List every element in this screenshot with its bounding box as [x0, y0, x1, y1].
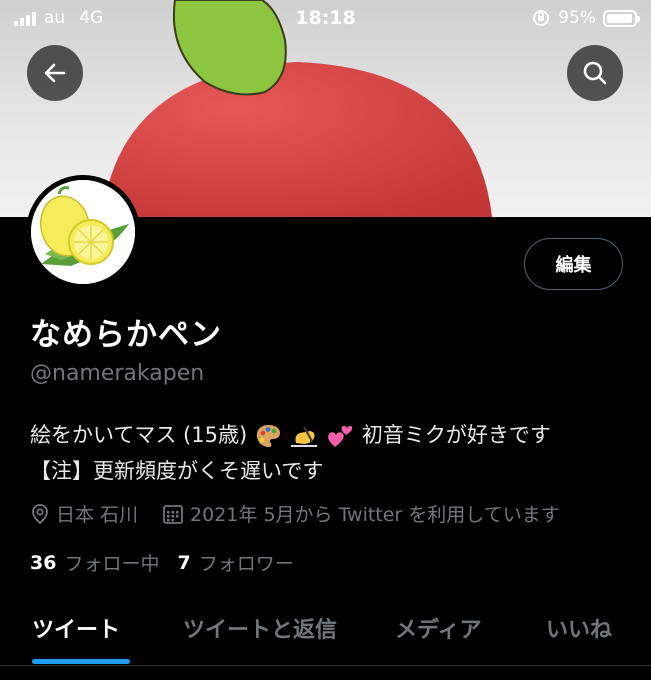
lemon-avatar: [31, 180, 135, 284]
back-arrow-icon: [44, 63, 66, 83]
back-button[interactable]: [27, 45, 83, 101]
two-hearts-emoji: [328, 425, 353, 447]
profile-bio: 絵をかいてマス (15歳) 初音ミクが好きです 【注】更新頻度がくそ遅いです: [30, 417, 551, 489]
following-label: フォロー中: [64, 553, 160, 575]
profile-meta: 日本 石川 2021年 5月から Twitter を利用しています: [30, 500, 584, 527]
tab-media[interactable]: メディア: [395, 612, 481, 644]
palette-emoji: [256, 425, 280, 447]
tab-tweets[interactable]: ツイート: [32, 612, 120, 644]
profile-tabs: ツイート ツイートと返信 メディア いいね: [0, 598, 651, 666]
joined-item: 2021年 5月から Twitter を利用しています: [162, 500, 560, 527]
battery-icon: [603, 9, 640, 27]
search-icon: [583, 61, 607, 85]
follow-stats: 36 フォロー中 7 フォロワー: [30, 549, 312, 576]
edit-profile-button[interactable]: 編集: [524, 238, 623, 290]
bio-text-1b: 初音ミクが好きです: [361, 423, 551, 447]
display-name: なめらかペン: [30, 317, 222, 353]
followers-label: フォロワー: [198, 553, 294, 575]
profile-avatar[interactable]: [26, 175, 140, 289]
followers-link[interactable]: 7 フォロワー: [177, 549, 293, 576]
location-text: 日本 石川: [56, 504, 139, 526]
joined-text: 2021年 5月から Twitter を利用しています: [190, 504, 560, 526]
status-bar: au 4G 18:18 95%: [0, 0, 651, 36]
calendar-icon: [163, 504, 183, 524]
bio-text-1a: 絵をかいてマス (15歳): [30, 423, 248, 447]
following-link[interactable]: 36 フォロー中: [30, 549, 159, 576]
bio-line-1: 絵をかいてマス (15歳) 初音ミクが好きです: [30, 417, 551, 453]
tab-tweets-and-replies[interactable]: ツイートと返信: [183, 612, 337, 644]
search-button[interactable]: [567, 45, 623, 101]
tab-likes[interactable]: いいね: [546, 612, 612, 644]
location-pin-icon: [32, 503, 48, 524]
battery-percent: 95%: [558, 8, 596, 28]
followers-count: 7: [177, 551, 191, 574]
bio-line-2: 【注】更新頻度がくそ遅いです: [30, 459, 324, 483]
user-handle: @namerakapen: [30, 361, 205, 386]
writing-hand-emoji: [290, 426, 317, 447]
location-item: 日本 石川: [30, 500, 138, 527]
rotation-lock-icon: [533, 10, 550, 26]
following-count: 36: [30, 551, 57, 574]
active-tab-indicator: [32, 659, 130, 664]
